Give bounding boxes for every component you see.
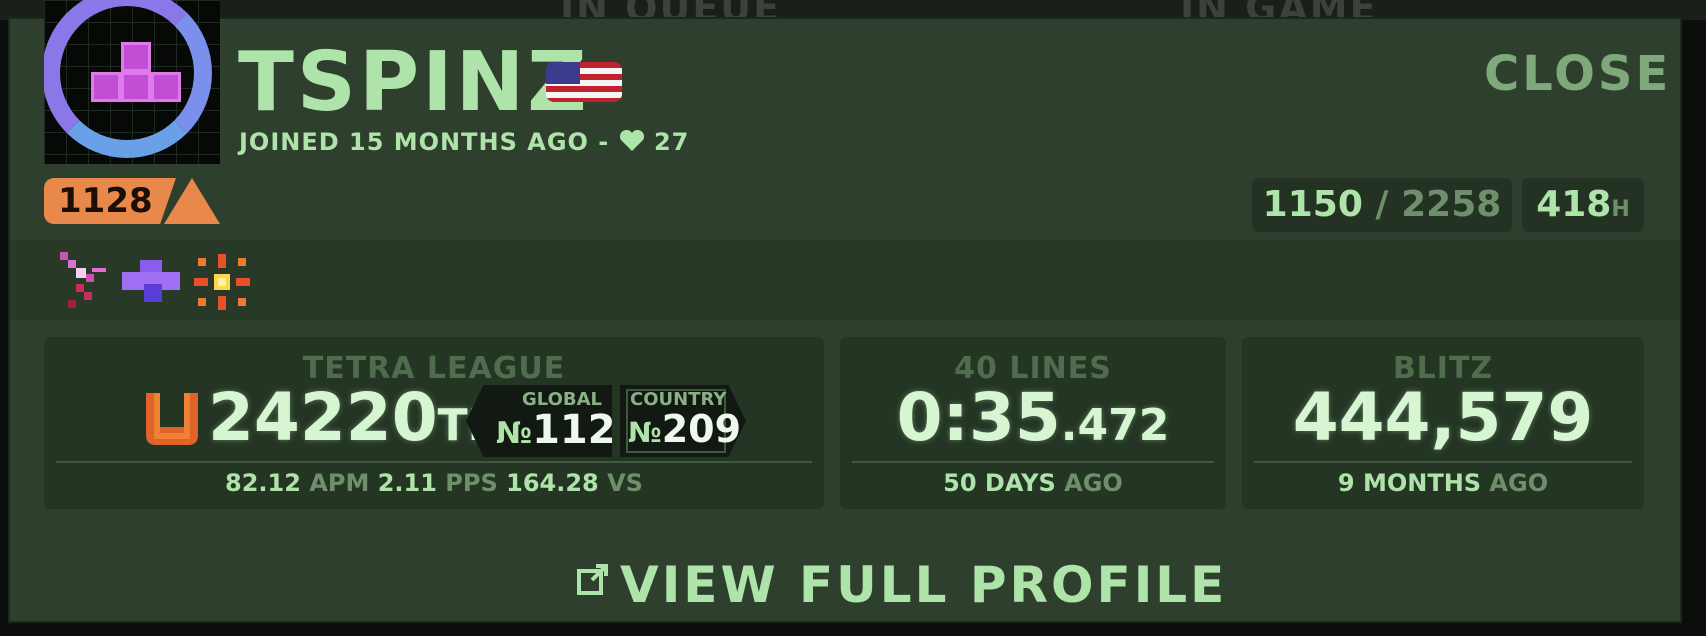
forty-lines-time: 0:35.472 (896, 379, 1170, 456)
forty-lines-card[interactable]: 40 LINES 0:35.472 50 DAYS AGO (840, 337, 1226, 509)
view-full-profile-label: VIEW FULL PROFILE (620, 556, 1228, 614)
level-triangle-icon (164, 178, 220, 224)
pink-spark-badge-icon[interactable] (56, 252, 116, 312)
xp-total: 2258 (1401, 184, 1502, 225)
avatar-block (121, 42, 151, 72)
apm-label: APM (309, 469, 370, 497)
level-badge: 1128 (44, 178, 220, 224)
joined-info: JOINED 15 MONTHS AGO - 27 (239, 128, 689, 158)
vs-label: VS (607, 469, 643, 497)
xp-current: 1150 (1262, 184, 1363, 225)
external-link-icon (576, 550, 610, 608)
vs-value: 164.28 (506, 469, 599, 497)
country-rank-tag: COUNTRY №209 (620, 385, 746, 457)
rank-u-icon (144, 389, 200, 447)
xp-separator: / (1375, 184, 1389, 225)
likes-count: 27 (653, 128, 690, 156)
avatar-block (121, 72, 151, 102)
avatar[interactable] (44, 0, 220, 164)
blitz-ago: 9 MONTHS AGO (1337, 469, 1549, 497)
league-stats: 82.12 APM 2.11 PPS 164.28 VS (44, 469, 824, 497)
pps-label: PPS (445, 469, 498, 497)
tetra-league-card[interactable]: TETRA LEAGUE 24220TR GLOBAL №1122 COUNTR… (44, 337, 824, 509)
country-rank: №209 (628, 407, 742, 451)
badges-bar (10, 240, 1680, 320)
us-flag-icon (546, 62, 622, 102)
heart-icon (619, 129, 645, 158)
divider (56, 461, 812, 463)
xp-progress: 1150 / 2258 (1252, 178, 1512, 232)
global-rank-tag: GLOBAL №1122 (466, 385, 612, 457)
avatar-block (91, 72, 121, 102)
tr-rating: 24220TR (208, 385, 502, 451)
blitz-card[interactable]: BLITZ 444,579 9 MONTHS AGO (1242, 337, 1644, 509)
level-number: 1128 (44, 178, 176, 224)
apm-value: 82.12 (225, 469, 301, 497)
username: TSPINZ (238, 35, 590, 130)
purple-tpiece-badge-icon[interactable] (122, 252, 182, 312)
avatar-block (151, 72, 181, 102)
pps-value: 2.11 (377, 469, 437, 497)
firework-badge-icon[interactable] (192, 252, 252, 312)
joined-text: JOINED 15 MONTHS AGO - (239, 128, 610, 156)
divider (852, 461, 1214, 463)
blitz-score: 444,579 (1292, 379, 1594, 456)
divider (1254, 461, 1632, 463)
close-button[interactable]: CLOSE (1484, 46, 1671, 102)
tr-value: 24220 (208, 379, 438, 456)
hours-value: 418 (1536, 184, 1612, 225)
forty-lines-ago: 50 DAYS AGO (943, 469, 1123, 497)
hours-unit: H (1611, 197, 1630, 222)
view-full-profile-button[interactable]: VIEW FULL PROFILE (576, 550, 1227, 614)
hours-played: 418H (1522, 178, 1644, 232)
